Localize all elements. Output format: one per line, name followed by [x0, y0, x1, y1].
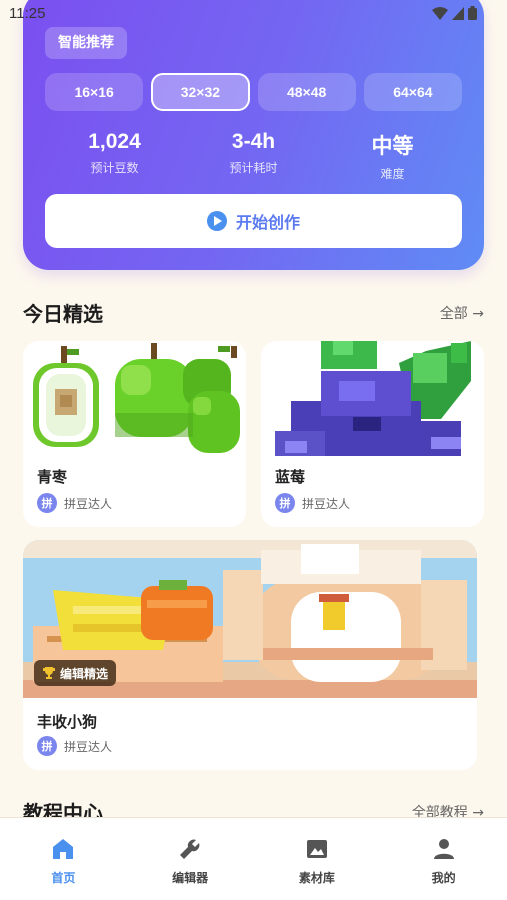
stat-value: 1,024 — [88, 130, 141, 153]
artwork-author: 拼 拼豆达人 — [275, 493, 350, 513]
home-screen: 11:25 智能推荐 16×16 32×32 48×48 64×64 1,024… — [0, 0, 507, 900]
stat-label: 预计耗时 — [229, 161, 278, 175]
nav-item-home[interactable]: 首页 — [0, 818, 127, 900]
signal-icon — [452, 6, 464, 20]
start-create-button[interactable]: 开始创作 — [45, 194, 462, 248]
bottom-nav: 首页 编辑器 素材库 我的 — [0, 817, 507, 900]
artwork-thumbnail — [23, 341, 246, 456]
author-name: 拼豆达人 — [302, 496, 351, 511]
artwork-author: 拼 拼豆达人 — [37, 736, 112, 756]
artwork-title: 蓝莓 — [275, 468, 306, 486]
size-option-16[interactable]: 16×16 — [45, 73, 144, 111]
author-name: 拼豆达人 — [64, 739, 113, 754]
smart-recommend-tag: 智能推荐 — [45, 27, 127, 59]
estimate-stats: 1,024 预计豆数 3-4h 预计耗时 中等 难度 — [45, 130, 462, 182]
stat-value: 中等 — [371, 135, 414, 158]
featured-see-all-link[interactable]: 全部 → — [440, 303, 484, 323]
status-icons — [432, 6, 477, 20]
artwork-card-harvest-puppy[interactable]: 丰收小狗 拼 拼豆达人 — [23, 540, 477, 770]
nav-item-profile[interactable]: 我的 — [380, 818, 507, 900]
nav-label: 我的 — [431, 871, 456, 885]
image-icon — [306, 840, 327, 858]
play-icon — [206, 211, 227, 231]
artwork-title: 丰收小狗 — [37, 713, 98, 731]
featured-title: 今日精选 — [23, 302, 103, 326]
nav-item-editor[interactable]: 编辑器 — [127, 818, 254, 900]
trophy-icon — [43, 667, 55, 679]
artwork-author: 拼 拼豆达人 — [37, 493, 112, 513]
artwork-title: 青枣 — [37, 468, 68, 486]
size-option-48[interactable]: 48×48 — [257, 73, 356, 111]
status-time: 11:25 — [9, 5, 46, 22]
home-icon — [53, 839, 74, 859]
nav-label: 编辑器 — [172, 871, 209, 885]
size-option-64[interactable]: 64×64 — [363, 73, 462, 111]
author-avatar: 拼 — [37, 493, 57, 513]
size-option-32[interactable]: 32×32 — [151, 73, 250, 111]
nav-label: 首页 — [51, 871, 76, 885]
author-avatar: 拼 — [275, 493, 295, 513]
wrench-icon — [180, 839, 200, 859]
nav-label: 素材库 — [298, 871, 335, 885]
editor-pick-label: 编辑精选 — [60, 666, 109, 681]
featured-header: 今日精选 全部 → — [23, 298, 484, 327]
person-icon — [433, 839, 454, 859]
status-bar: 11:25 — [0, 0, 507, 26]
artwork-thumbnail — [261, 341, 484, 456]
stat-label: 预计豆数 — [90, 161, 139, 175]
nav-item-library[interactable]: 素材库 — [254, 818, 381, 900]
wifi-icon — [432, 6, 448, 20]
stat-label: 难度 — [380, 167, 405, 181]
stat-difficulty: 中等 难度 — [323, 130, 462, 182]
size-selector: 16×16 32×32 48×48 64×64 — [45, 73, 462, 111]
stat-time: 3-4h 预计耗时 — [184, 130, 323, 182]
stat-value: 3-4h — [231, 130, 276, 153]
editor-pick-badge: 编辑精选 — [34, 660, 117, 686]
artwork-card-blueberry[interactable]: 蓝莓 拼 拼豆达人 — [261, 341, 484, 527]
author-avatar: 拼 — [37, 736, 57, 756]
stat-beads: 1,024 预计豆数 — [45, 130, 184, 182]
artwork-card-jujube[interactable]: 青枣 拼 拼豆达人 — [23, 341, 246, 527]
start-create-label: 开始创作 — [235, 213, 300, 232]
author-name: 拼豆达人 — [64, 496, 113, 511]
battery-icon — [468, 6, 477, 20]
